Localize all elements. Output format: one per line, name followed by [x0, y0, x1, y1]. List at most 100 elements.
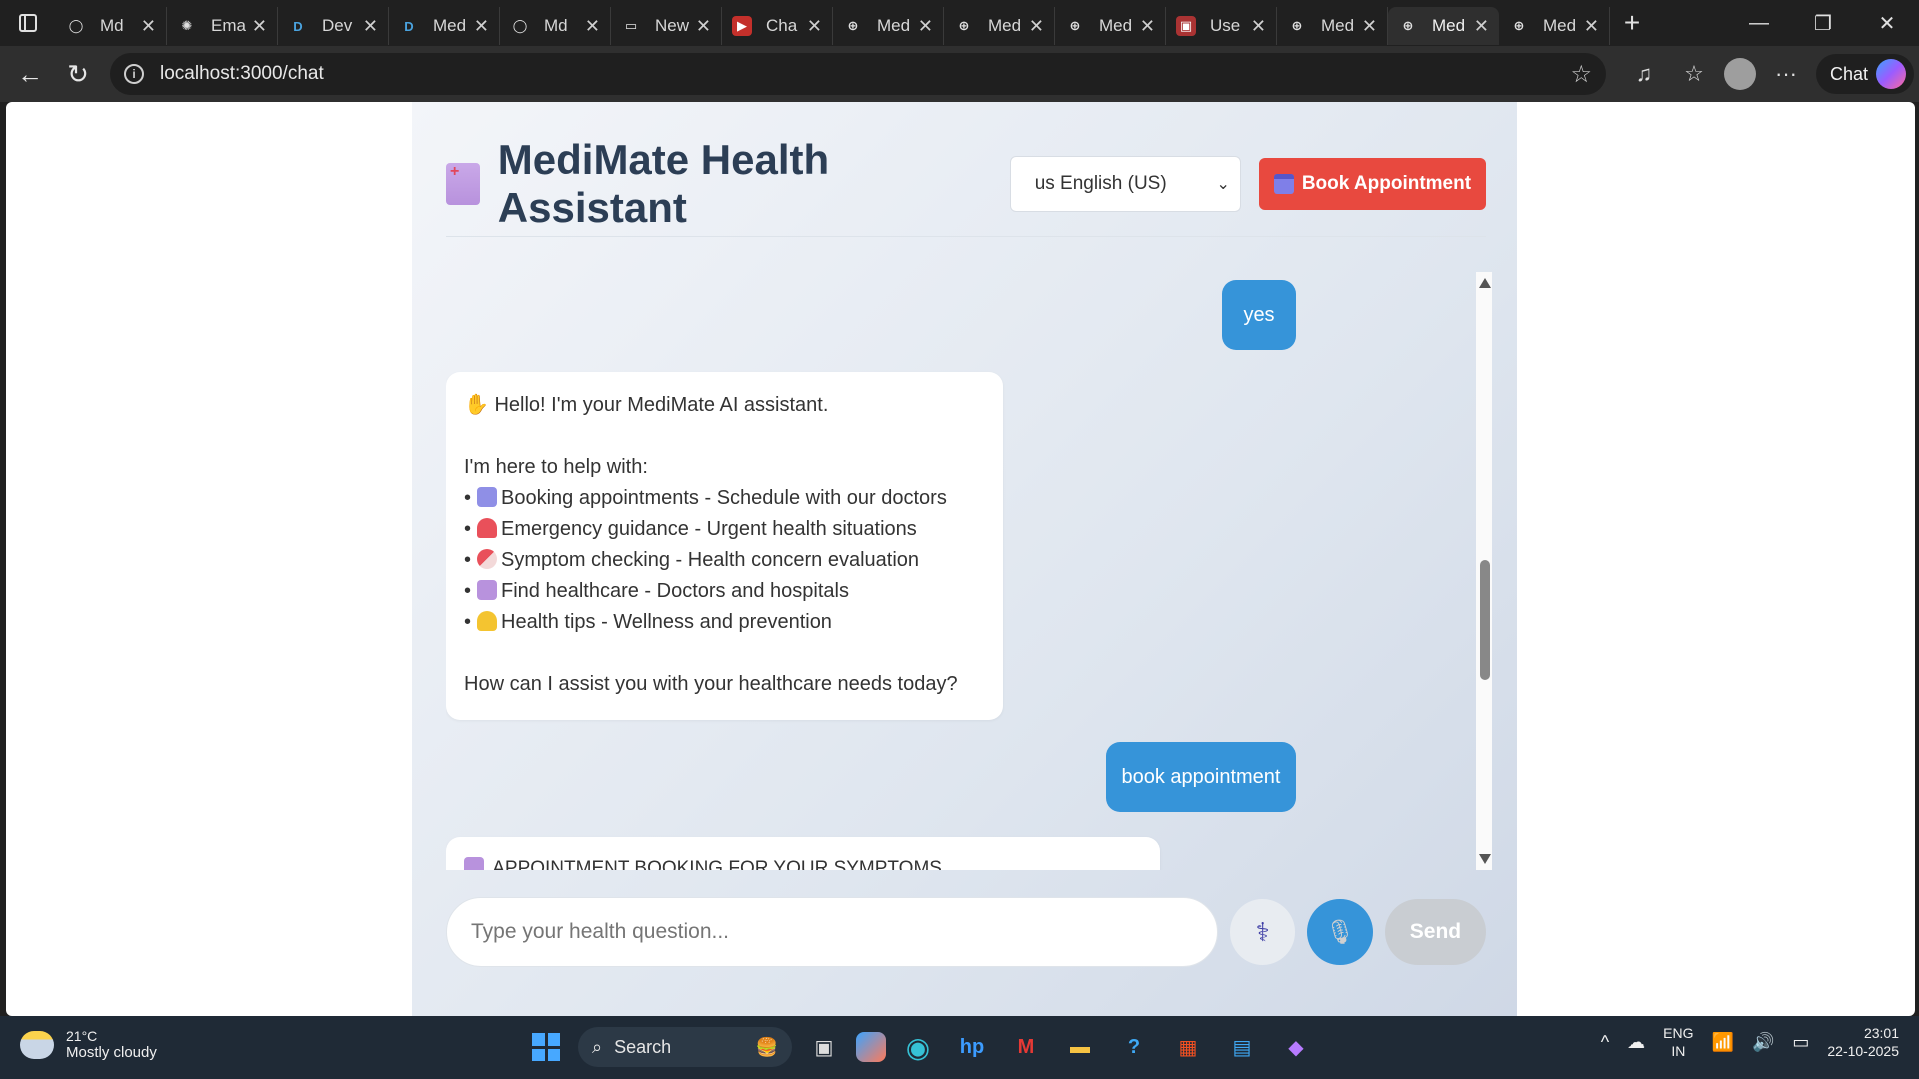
close-tab-icon[interactable]: ✕: [1140, 16, 1155, 37]
browser-tab[interactable]: ⊕ Med ✕: [833, 7, 944, 45]
health-question-input[interactable]: [446, 897, 1218, 967]
browser-tab[interactable]: ◯ Md ✕: [500, 7, 611, 45]
search-highlight-icon: 🍔: [755, 1036, 778, 1057]
weather-widget[interactable]: 21°C Mostly cloudy: [20, 1028, 157, 1061]
help-icon[interactable]: ?: [1112, 1025, 1156, 1069]
medimate-app: MediMate Health Assistant us English (US…: [412, 102, 1517, 1016]
reload-button[interactable]: ↻: [54, 50, 102, 98]
hospital-icon: [464, 857, 484, 870]
back-button[interactable]: ←: [6, 50, 54, 98]
assistant-message: APPOINTMENT BOOKING FOR YOUR SYMPTOMS: [446, 837, 1160, 870]
close-tab-icon[interactable]: ✕: [1474, 16, 1489, 37]
copilot-app-icon[interactable]: [856, 1032, 886, 1062]
copilot-chat-button[interactable]: Chat: [1816, 54, 1915, 94]
language-select[interactable]: us English (US) ⌄: [1009, 155, 1241, 212]
close-tab-icon[interactable]: ✕: [585, 16, 600, 37]
hp-icon[interactable]: hp: [950, 1025, 994, 1069]
address-bar[interactable]: i localhost:3000/chat ☆: [110, 53, 1606, 95]
hospital-icon: [477, 580, 498, 600]
system-tray: ^ ☁ ENG IN 📶 🔊 ▭ 23:01 22-10-2025: [1601, 1024, 1899, 1060]
windows-start-icon[interactable]: [524, 1025, 568, 1069]
scroll-up-arrow-icon[interactable]: [1479, 278, 1491, 288]
book-appointment-button[interactable]: Book Appointment: [1258, 157, 1486, 210]
new-tab-button[interactable]: +: [1610, 0, 1654, 46]
more-menu-icon[interactable]: ···: [1766, 54, 1806, 94]
microsoft-store-icon[interactable]: ▦: [1166, 1025, 1210, 1069]
ai-app-icon[interactable]: ◆: [1274, 1025, 1318, 1069]
battery-icon[interactable]: ▭: [1792, 1032, 1809, 1053]
profile-avatar[interactable]: [1724, 58, 1756, 90]
chevron-up-icon[interactable]: ^: [1601, 1032, 1609, 1053]
list-item-text: Health tips - Wellness and prevention: [501, 611, 832, 633]
temperature: 21°C: [66, 1028, 98, 1044]
tab-actions-icon[interactable]: [0, 0, 56, 46]
assistant-message: ✋ Hello! I'm your MediMate AI assistant.…: [446, 372, 1003, 720]
close-tab-icon[interactable]: ✕: [474, 16, 489, 37]
input-language[interactable]: ENG IN: [1663, 1024, 1693, 1060]
browser-tab[interactable]: ⊕ Med ✕: [944, 7, 1055, 45]
edge-browser-icon[interactable]: ◉: [896, 1025, 940, 1069]
file-explorer-icon[interactable]: ▬: [1058, 1025, 1102, 1069]
d-site-icon: D: [293, 18, 303, 34]
close-tab-icon[interactable]: ✕: [252, 16, 267, 37]
scrollbar-thumb[interactable]: [1480, 560, 1490, 680]
close-tab-icon[interactable]: ✕: [141, 16, 156, 37]
list-item-text: Find healthcare - Doctors and hospitals: [501, 580, 849, 602]
stethoscope-button[interactable]: ⚕: [1229, 899, 1296, 965]
browser-tab[interactable]: ▣ Use ✕: [1166, 7, 1277, 45]
favorites-icon[interactable]: ☆: [1674, 54, 1714, 94]
tab-title: Dev: [322, 16, 353, 35]
browser-tab[interactable]: D Dev ✕: [278, 7, 389, 45]
close-window-button[interactable]: ✕: [1855, 0, 1919, 46]
github-icon: ◯: [68, 18, 84, 33]
light-bulb-icon: [477, 611, 498, 631]
close-tab-icon[interactable]: ✕: [1251, 16, 1266, 37]
greeting-line: ✋ Hello! I'm your MediMate AI assistant.: [464, 390, 985, 421]
close-tab-icon[interactable]: ✕: [1362, 16, 1377, 37]
browser-tab[interactable]: ▭ New ✕: [611, 7, 722, 45]
tab-title: Md: [100, 16, 124, 35]
browser-tab[interactable]: ⊕ Med ✕: [1499, 7, 1610, 45]
browser-tab[interactable]: ✺ Ema ✕: [167, 7, 278, 45]
restore-button[interactable]: ❐: [1791, 0, 1855, 46]
close-tab-icon[interactable]: ✕: [696, 16, 711, 37]
microphone-button[interactable]: 🎙: [1307, 899, 1373, 965]
tab-title: Med: [877, 16, 911, 35]
clock-date: 22-10-2025: [1827, 1043, 1899, 1059]
browser-tab[interactable]: ⊕ Med ✕: [1055, 7, 1166, 45]
close-tab-icon[interactable]: ✕: [807, 16, 822, 37]
favorite-star-icon[interactable]: ☆: [1570, 60, 1592, 89]
close-tab-icon[interactable]: ✕: [918, 16, 933, 37]
list-item: • Health tips - Wellness and prevention: [464, 611, 832, 633]
close-tab-icon[interactable]: ✕: [1029, 16, 1044, 37]
tab-title: Med: [433, 16, 467, 35]
taskbar-search[interactable]: ⌕ Search 🍔: [578, 1027, 792, 1067]
clock[interactable]: 23:01 22-10-2025: [1827, 1024, 1899, 1060]
pill-icon: [477, 549, 498, 569]
close-tab-icon[interactable]: ✕: [363, 16, 378, 37]
chat-scrollbar[interactable]: [1476, 272, 1492, 870]
lang-top: ENG: [1663, 1025, 1694, 1041]
chat-messages[interactable]: yes ✋ Hello! I'm your MediMate AI assist…: [446, 272, 1492, 870]
volume-icon[interactable]: 🔊: [1752, 1032, 1774, 1053]
weather-condition: Mostly cloudy: [66, 1044, 157, 1061]
site-info-icon[interactable]: i: [124, 64, 144, 84]
scroll-down-arrow-icon[interactable]: [1479, 854, 1491, 864]
browser-tab[interactable]: ⊕ Med ✕: [1277, 7, 1388, 45]
send-button[interactable]: Send: [1384, 899, 1487, 965]
minimize-button[interactable]: —: [1727, 0, 1791, 46]
browser-tab[interactable]: ▶ Cha ✕: [722, 7, 833, 45]
window-controls: — ❐ ✕: [1727, 0, 1919, 46]
notepad-icon[interactable]: ▤: [1220, 1025, 1264, 1069]
globe-icon: ⊕: [1513, 18, 1525, 33]
calendar-icon: [477, 487, 498, 507]
mcafee-icon[interactable]: M: [1004, 1025, 1048, 1069]
network-alert-icon[interactable]: ☁: [1627, 1032, 1645, 1053]
task-view-icon[interactable]: ▣: [802, 1025, 846, 1069]
wifi-icon[interactable]: 📶: [1712, 1032, 1734, 1053]
close-tab-icon[interactable]: ✕: [1584, 16, 1599, 37]
browser-tab[interactable]: ◯ Md ✕: [56, 7, 167, 45]
browser-tab[interactable]: D Med ✕: [389, 7, 500, 45]
browser-tab[interactable]: ⊕ Med ✕: [1388, 7, 1499, 45]
read-aloud-icon[interactable]: ♫: [1624, 54, 1664, 94]
